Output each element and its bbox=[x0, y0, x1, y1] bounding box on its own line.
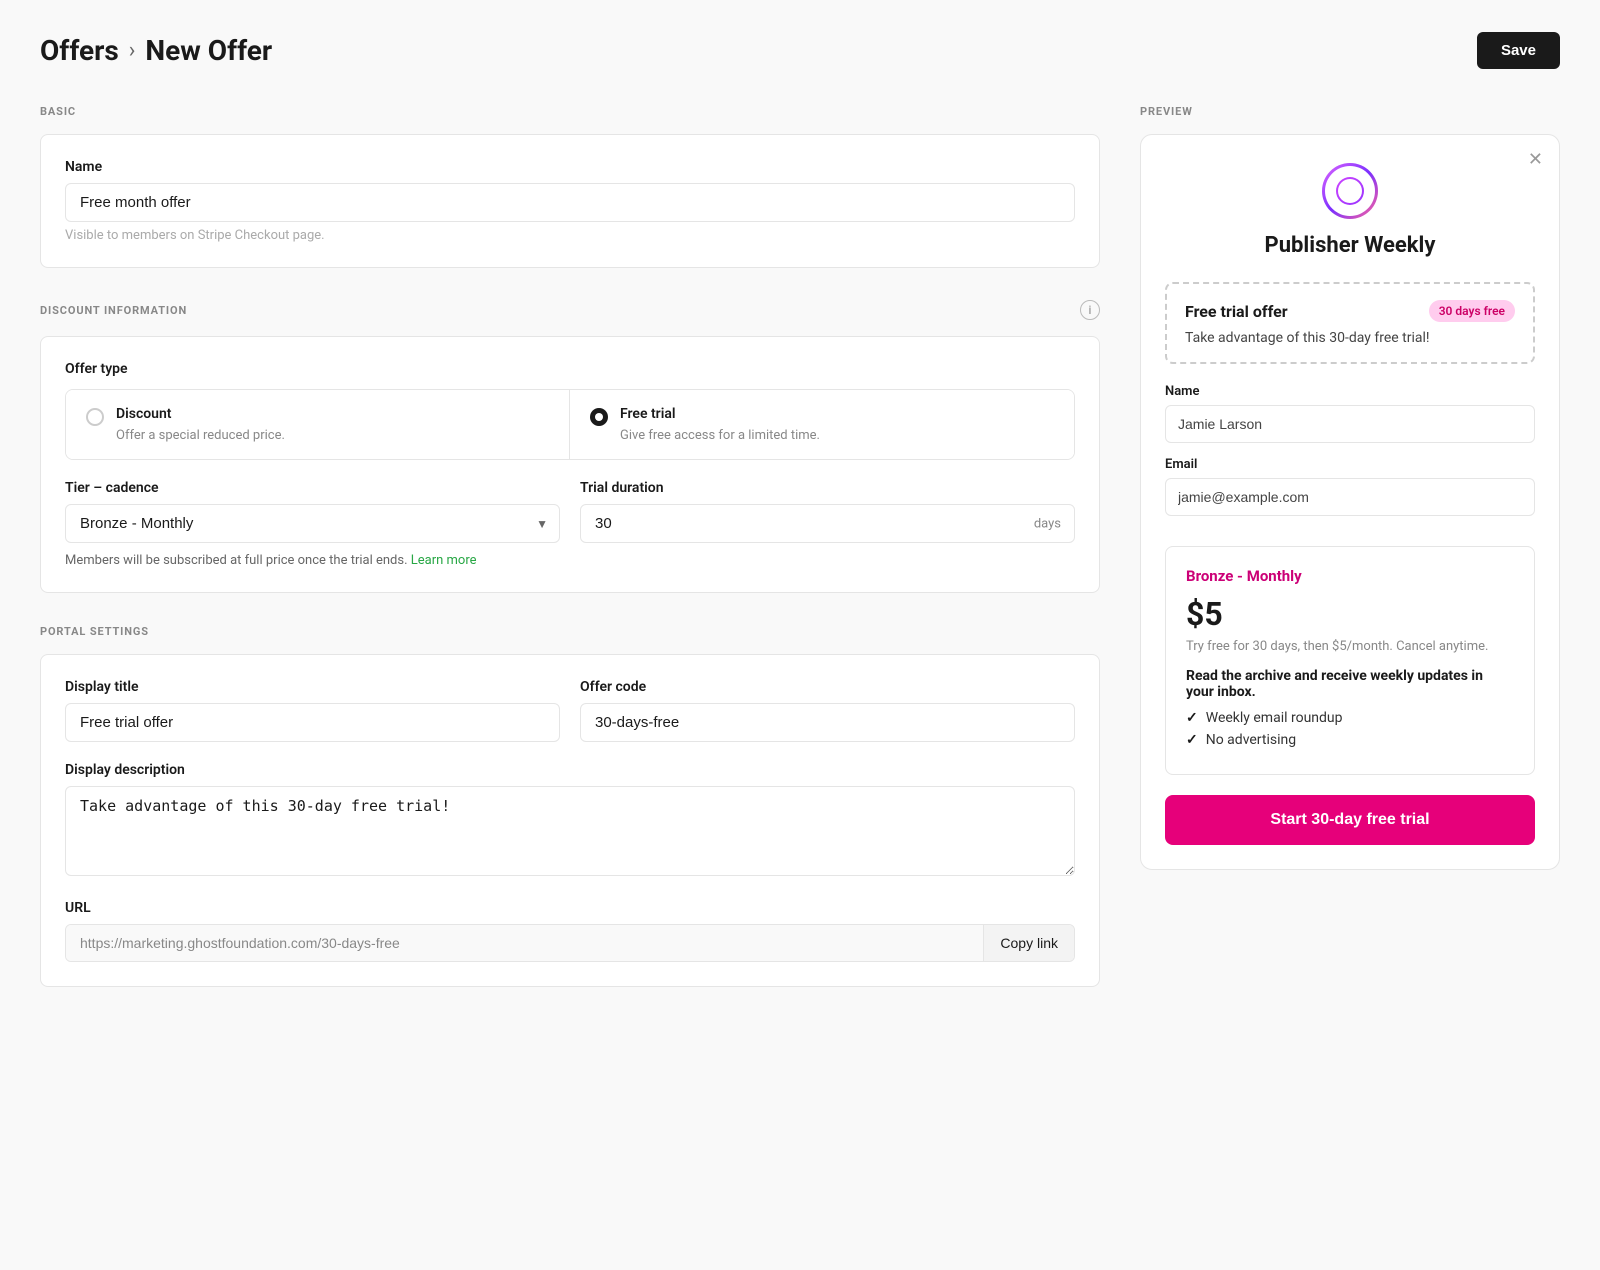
discount-option-desc: Offer a special reduced price. bbox=[116, 428, 285, 443]
tier-cadence-select[interactable]: Bronze - Monthly bbox=[65, 504, 560, 543]
basic-card: Name Visible to members on Stripe Checko… bbox=[40, 134, 1100, 268]
page-header: Offers › New Offer Save bbox=[40, 32, 1560, 69]
preview-logo-area: Publisher Weekly bbox=[1141, 135, 1559, 274]
name-input[interactable] bbox=[65, 183, 1075, 222]
close-icon[interactable]: ✕ bbox=[1528, 149, 1543, 170]
preview-email-label: Email bbox=[1165, 457, 1535, 472]
discount-section-header: DISCOUNT INFORMATION i bbox=[40, 300, 1100, 320]
preview-name-label: Name bbox=[1165, 384, 1535, 399]
display-title-label: Display title bbox=[65, 679, 560, 695]
check-icon-2: ✓ bbox=[1186, 732, 1198, 748]
subscription-price: $5 bbox=[1186, 595, 1514, 633]
breadcrumb-current: New Offer bbox=[145, 34, 272, 67]
save-button[interactable]: Save bbox=[1477, 32, 1560, 69]
offer-code-label: Offer code bbox=[580, 679, 1075, 695]
preview-name-input[interactable] bbox=[1165, 405, 1535, 443]
duration-suffix: days bbox=[1034, 516, 1061, 531]
display-description-field: Display description Take advantage of th… bbox=[65, 762, 1075, 880]
offer-banner-title: Free trial offer bbox=[1185, 302, 1288, 321]
free-trial-option[interactable]: Free trial Give free access for a limite… bbox=[570, 390, 1074, 459]
duration-input-wrap: days bbox=[580, 504, 1075, 543]
trial-hint: Members will be subscribed at full price… bbox=[65, 553, 1075, 568]
copy-link-button[interactable]: Copy link bbox=[983, 925, 1074, 961]
info-icon[interactable]: i bbox=[1080, 300, 1100, 320]
display-description-textarea[interactable]: Take advantage of this 30-day free trial… bbox=[65, 786, 1075, 876]
tier-duration-row: Tier – cadence Bronze - Monthly ▼ Trial … bbox=[65, 480, 1075, 543]
trial-duration-label: Trial duration bbox=[580, 480, 1075, 496]
discount-section-label: DISCOUNT INFORMATION bbox=[40, 304, 187, 317]
publisher-name: Publisher Weekly bbox=[1265, 233, 1436, 258]
discount-radio[interactable] bbox=[86, 408, 104, 426]
benefit-2: ✓ No advertising bbox=[1186, 732, 1514, 748]
preview-label: PREVIEW bbox=[1140, 105, 1560, 118]
discount-option[interactable]: Discount Offer a special reduced price. bbox=[66, 390, 570, 459]
name-field-hint: Visible to members on Stripe Checkout pa… bbox=[65, 228, 1075, 243]
preview-form: Name Email bbox=[1141, 384, 1559, 530]
subscription-card: Bronze - Monthly $5 Try free for 30 days… bbox=[1165, 546, 1535, 775]
preview-card: ✕ Publisher Weekly Free trial offer 30 d… bbox=[1140, 134, 1560, 870]
free-trial-radio[interactable] bbox=[590, 408, 608, 426]
discount-option-text: Discount Offer a special reduced price. bbox=[116, 406, 285, 443]
offer-type-grid: Discount Offer a special reduced price. … bbox=[65, 389, 1075, 460]
breadcrumb-separator: › bbox=[129, 38, 136, 63]
offer-banner-top: Free trial offer 30 days free bbox=[1185, 300, 1515, 322]
free-trial-option-text: Free trial Give free access for a limite… bbox=[620, 406, 820, 443]
portal-settings-card: Display title Offer code Display descrip… bbox=[40, 654, 1100, 987]
url-input bbox=[66, 925, 983, 961]
offer-code-input[interactable] bbox=[580, 703, 1075, 742]
url-field: URL Copy link bbox=[65, 900, 1075, 962]
benefit-1: ✓ Weekly email roundup bbox=[1186, 710, 1514, 726]
price-hint: Try free for 30 days, then $5/month. Can… bbox=[1186, 639, 1514, 654]
offer-banner: Free trial offer 30 days free Take advan… bbox=[1165, 282, 1535, 364]
tier-cadence-label: Tier – cadence bbox=[65, 480, 560, 496]
tier-cadence-select-wrapper: Bronze - Monthly ▼ bbox=[65, 504, 560, 543]
check-icon-1: ✓ bbox=[1186, 710, 1198, 726]
preview-email-input[interactable] bbox=[1165, 478, 1535, 516]
name-field-label: Name bbox=[65, 159, 1075, 175]
trial-duration-field: Trial duration days bbox=[580, 480, 1075, 543]
publisher-logo bbox=[1322, 163, 1378, 219]
display-title-input[interactable] bbox=[65, 703, 560, 742]
discount-option-title: Discount bbox=[116, 406, 285, 422]
breadcrumb: Offers › New Offer bbox=[40, 34, 272, 67]
url-label: URL bbox=[65, 900, 1075, 916]
display-title-offer-code-row: Display title Offer code bbox=[65, 679, 1075, 742]
logo-inner bbox=[1336, 177, 1364, 205]
trial-duration-input[interactable] bbox=[580, 504, 1075, 543]
url-row: Copy link bbox=[65, 924, 1075, 962]
offer-type-label: Offer type bbox=[65, 361, 1075, 377]
offer-banner-desc: Take advantage of this 30-day free trial… bbox=[1185, 330, 1515, 346]
offer-code-field: Offer code bbox=[580, 679, 1075, 742]
free-trial-option-desc: Give free access for a limited time. bbox=[620, 428, 820, 443]
discount-card: Offer type Discount Offer a special redu… bbox=[40, 336, 1100, 593]
cta-button[interactable]: Start 30-day free trial bbox=[1165, 795, 1535, 845]
learn-more-link[interactable]: Learn more bbox=[411, 553, 477, 568]
basic-section-label: BASIC bbox=[40, 105, 1100, 118]
benefits-title: Read the archive and receive weekly upda… bbox=[1186, 668, 1514, 700]
free-trial-option-title: Free trial bbox=[620, 406, 820, 422]
display-description-label: Display description bbox=[65, 762, 1075, 778]
display-title-field: Display title bbox=[65, 679, 560, 742]
tier-name: Bronze - Monthly bbox=[1186, 567, 1514, 585]
tier-cadence-field: Tier – cadence Bronze - Monthly ▼ bbox=[65, 480, 560, 543]
portal-section-label: PORTAL SETTINGS bbox=[40, 625, 1100, 638]
breadcrumb-parent[interactable]: Offers bbox=[40, 34, 119, 67]
offer-badge: 30 days free bbox=[1429, 300, 1515, 322]
